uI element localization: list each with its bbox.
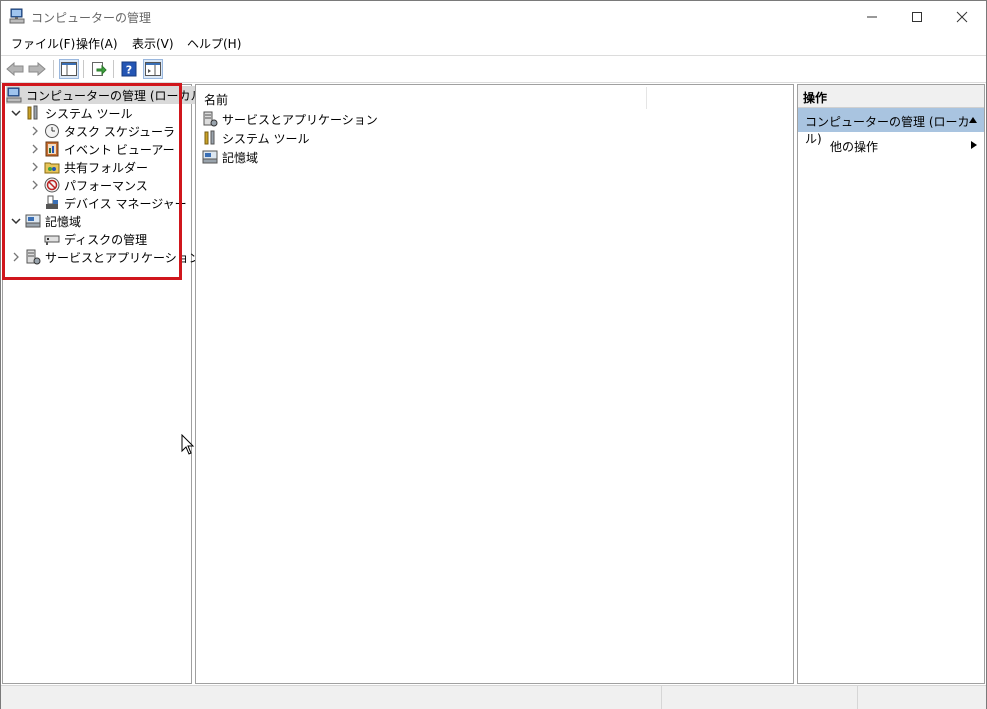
result-list-pane: 名前 サービスとアプリケーション システム ツール 記憶域 bbox=[195, 84, 794, 684]
tools-icon bbox=[204, 130, 215, 145]
help-icon: ? bbox=[121, 61, 137, 77]
tree-item-device-manager[interactable]: デバイス マネージャー bbox=[44, 194, 187, 212]
event-viewer-icon bbox=[45, 141, 59, 157]
actions-title-bar: 操作 bbox=[798, 85, 984, 108]
list-item-label: システム ツール bbox=[222, 131, 310, 146]
collapse-up-icon[interactable] bbox=[968, 116, 978, 124]
tree-item-system-tools[interactable]: システム ツール bbox=[10, 104, 132, 122]
close-button[interactable] bbox=[939, 1, 985, 32]
tree-item-label: パフォーマンス bbox=[64, 178, 148, 193]
console-tree-icon bbox=[61, 62, 77, 76]
maximize-button[interactable] bbox=[894, 1, 940, 32]
shared-folder-icon bbox=[44, 162, 60, 174]
arrow-right-icon bbox=[28, 62, 46, 76]
list-item-label: 記憶域 bbox=[222, 150, 259, 165]
toolbar-separator bbox=[113, 60, 114, 78]
menu-help[interactable]: ヘルプ(H) bbox=[187, 35, 241, 52]
tree-item-label: デバイス マネージャー bbox=[64, 196, 187, 211]
close-icon bbox=[956, 11, 968, 22]
window-title: コンピューターの管理 bbox=[31, 11, 152, 25]
tree-item-label: タスク スケジューラ bbox=[64, 124, 175, 139]
menu-bar: ファイル(F) 操作(A) 表示(V) ヘルプ(H) bbox=[1, 32, 986, 54]
back-button[interactable] bbox=[5, 59, 25, 79]
computer-management-icon bbox=[9, 8, 25, 24]
help-button[interactable]: ? bbox=[119, 59, 139, 79]
column-divider[interactable] bbox=[646, 87, 647, 109]
tree-item-shared-folders[interactable]: 共有フォルダー bbox=[29, 158, 148, 176]
tree-item-event-viewer[interactable]: イベント ビューアー bbox=[29, 140, 175, 158]
svg-text:?: ? bbox=[126, 64, 132, 77]
column-name-header[interactable]: 名前 bbox=[204, 91, 228, 108]
tree-item-label: イベント ビューアー bbox=[64, 142, 175, 157]
title-bar: コンピューターの管理 bbox=[1, 1, 986, 32]
status-cell bbox=[661, 686, 858, 709]
computer-management-icon bbox=[6, 87, 22, 103]
mouse-cursor-icon bbox=[181, 434, 195, 455]
tree-item-storage[interactable]: 記憶域 bbox=[10, 212, 81, 230]
forward-button[interactable] bbox=[27, 59, 47, 79]
list-item[interactable]: システム ツール bbox=[202, 129, 309, 147]
tree-item-disk-management[interactable]: ディスクの管理 bbox=[44, 230, 147, 248]
storage-icon bbox=[202, 150, 218, 164]
action-pane-icon bbox=[145, 62, 161, 76]
minimize-icon bbox=[867, 16, 877, 17]
show-hide-tree-button[interactable] bbox=[59, 59, 79, 79]
app-window: コンピューターの管理 ファイル(F) 操作(A) 表示(V) ヘルプ(H) ? … bbox=[0, 0, 987, 709]
device-manager-icon bbox=[46, 195, 58, 209]
status-bar bbox=[1, 685, 986, 709]
disk-icon bbox=[44, 235, 60, 245]
chevron-right-icon[interactable] bbox=[29, 161, 41, 173]
toolbar-separator bbox=[53, 60, 54, 78]
chevron-down-icon[interactable] bbox=[10, 215, 22, 227]
performance-icon bbox=[44, 177, 60, 193]
submenu-arrow-icon[interactable] bbox=[970, 140, 978, 150]
list-item-label: サービスとアプリケーション bbox=[222, 112, 378, 127]
status-cell bbox=[857, 686, 986, 709]
chevron-down-icon[interactable] bbox=[10, 107, 22, 119]
tree-item-label: 共有フォルダー bbox=[64, 160, 149, 175]
tree-item-label: 記憶域 bbox=[45, 214, 82, 229]
tree-item-performance[interactable]: パフォーマンス bbox=[29, 176, 148, 194]
show-hide-action-pane-button[interactable] bbox=[143, 59, 163, 79]
list-column-header[interactable]: 名前 bbox=[196, 85, 793, 111]
clock-icon bbox=[45, 124, 59, 138]
services-icon bbox=[203, 111, 218, 127]
menu-file[interactable]: ファイル(F) bbox=[11, 35, 75, 52]
tree-item-label: サービスとアプリケーション bbox=[45, 250, 201, 265]
console-tree-pane: コンピューターの管理 (ローカル) システム ツール タスク スケジューラ イベ… bbox=[2, 84, 212, 684]
services-icon bbox=[26, 249, 41, 265]
tree-item-label: システム ツール bbox=[45, 106, 133, 121]
actions-title: 操作 bbox=[803, 91, 828, 105]
tree-item-root[interactable]: コンピューターの管理 (ローカル) bbox=[6, 86, 212, 104]
export-icon bbox=[92, 62, 107, 76]
actions-pane: 操作 コンピューターの管理 (ローカル) 他の操作 bbox=[797, 84, 985, 684]
arrow-left-icon bbox=[6, 62, 24, 76]
storage-icon bbox=[25, 214, 41, 228]
maximize-icon bbox=[912, 11, 922, 22]
tree-item-services-apps[interactable]: サービスとアプリケーション bbox=[10, 248, 201, 266]
toolbar: ? bbox=[1, 55, 986, 83]
menu-view[interactable]: 表示(V) bbox=[132, 35, 174, 52]
export-list-button[interactable] bbox=[89, 59, 109, 79]
actions-section-header[interactable]: コンピューターの管理 (ローカル) bbox=[798, 108, 984, 146]
minimize-button[interactable] bbox=[849, 1, 895, 32]
chevron-right-icon[interactable] bbox=[10, 251, 22, 263]
tree-item-label: ディスクの管理 bbox=[64, 232, 148, 247]
tools-icon bbox=[27, 105, 38, 120]
list-item[interactable]: サービスとアプリケーション bbox=[202, 110, 378, 128]
tree-item-task-scheduler[interactable]: タスク スケジューラ bbox=[29, 122, 175, 140]
menu-action[interactable]: 操作(A) bbox=[76, 35, 118, 52]
toolbar-separator bbox=[83, 60, 84, 78]
chevron-right-icon[interactable] bbox=[29, 125, 41, 137]
chevron-right-icon[interactable] bbox=[29, 179, 41, 191]
chevron-right-icon[interactable] bbox=[29, 143, 41, 155]
tree-item-label: コンピューターの管理 (ローカル) bbox=[26, 88, 208, 103]
list-item[interactable]: 記憶域 bbox=[202, 148, 258, 166]
other-actions-item[interactable]: 他の操作 bbox=[830, 138, 878, 155]
